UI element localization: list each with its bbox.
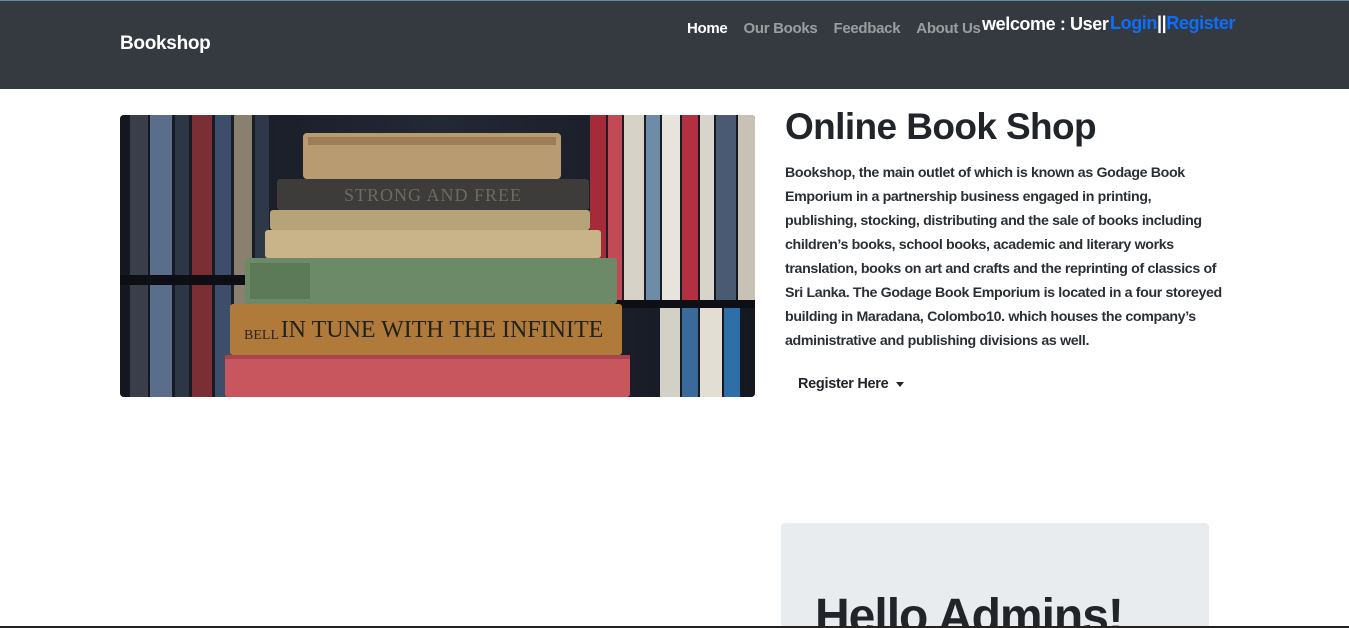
book-spine-text-2: IN TUNE WITH THE INFINITE — [281, 317, 604, 343]
book-spine-text-1: STRONG AND FREE — [344, 185, 522, 205]
login-link[interactable]: Login — [1110, 13, 1157, 33]
intro-description: Bookshop, the main outlet of which is kn… — [785, 165, 1222, 349]
page-title: Online Book Shop — [785, 106, 1097, 147]
welcome-text: welcome : User — [982, 14, 1109, 34]
book-spine-text-side: BELL — [244, 328, 279, 343]
auth-separator: || — [1156, 13, 1167, 33]
nav-link-about-us[interactable]: About Us — [916, 20, 981, 37]
admin-jumbotron: Hello Admins! — [781, 523, 1209, 628]
brand-logo[interactable]: Bookshop — [120, 33, 211, 55]
books-illustration: STRONG AND FREE IN TUNE WITH THE INFINIT… — [120, 115, 755, 397]
nav-link-home[interactable]: Home — [687, 20, 728, 37]
register-link[interactable]: Register — [1166, 13, 1235, 33]
caret-down-icon — [896, 381, 905, 387]
register-dropdown-label: Register Here — [798, 376, 889, 392]
nav-links: Home Our Books Feedback About Us — [687, 20, 981, 37]
register-dropdown-button[interactable]: Register Here — [785, 372, 917, 396]
jumbotron-title: Hello Admins! — [815, 590, 1124, 628]
nav-link-feedback[interactable]: Feedback — [833, 20, 900, 37]
nav-link-our-books[interactable]: Our Books — [743, 20, 817, 37]
navbar: Bookshop Home Our Books Feedback About U… — [0, 1, 1349, 89]
hero-books-image: STRONG AND FREE IN TUNE WITH THE INFINIT… — [120, 115, 755, 397]
auth-links: Login||Register — [1110, 13, 1235, 34]
